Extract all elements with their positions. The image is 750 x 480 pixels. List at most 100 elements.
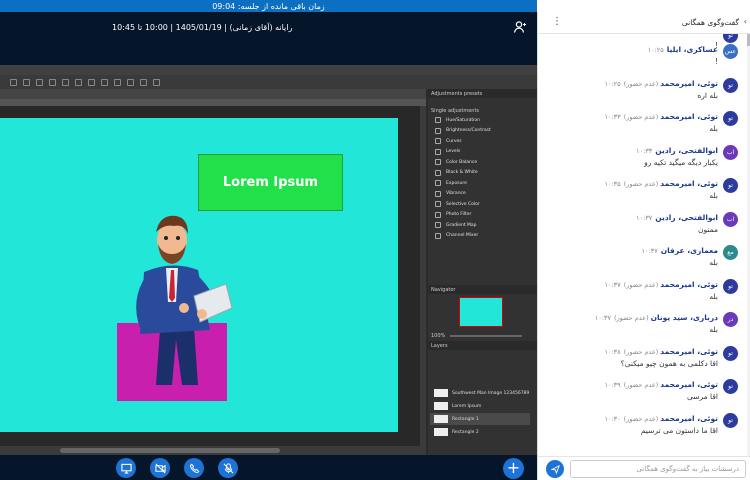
message-header: توئی، امیرمحمد(عدم حضور)۱۰:۳۳ [605, 112, 719, 121]
sender-name: ابوالفتحی، رادین [655, 145, 718, 155]
layer-thumbnail [434, 402, 448, 410]
adjustment-item[interactable]: Selective Color [428, 199, 537, 210]
tool-option-icon[interactable] [127, 78, 134, 86]
avatar[interactable]: تو [723, 178, 738, 193]
message-header [713, 34, 718, 38]
phone-button[interactable] [184, 458, 204, 478]
microphone-button[interactable] [218, 458, 238, 478]
adjustment-icon [435, 169, 441, 176]
adjustment-item[interactable]: Channel Mixer [428, 231, 537, 242]
message-time: ۱۰:۳۷ [604, 280, 621, 289]
layer-name: Lorem Ipsum [452, 403, 482, 409]
ps-canvas-area[interactable]: Lorem Ipsum [0, 106, 420, 446]
canvas-horizontal-scrollbar[interactable] [0, 446, 426, 455]
avatar[interactable]: مع [723, 245, 738, 260]
avatar[interactable]: عس [723, 44, 738, 59]
navigator-panel-tab[interactable]: Navigator [428, 285, 537, 294]
sender-name: معماری، عرفان [660, 246, 718, 255]
zoom-slider[interactable] [450, 335, 522, 337]
adjustment-icon [435, 148, 441, 155]
user-icon[interactable] [513, 20, 527, 34]
message-time: ۱۰:۳۵ [604, 180, 621, 188]
adjustment-item[interactable]: Photo Filter [428, 210, 537, 221]
camera-button[interactable] [150, 458, 170, 478]
message-text: اقا ما داستون می ترسیم [640, 425, 718, 435]
sender-status: (عدم حضور) [623, 414, 659, 423]
chat-message-input[interactable]: درسشات بیاز به گفت‌وگوی همگانی [570, 460, 746, 478]
navigator-thumbnail[interactable] [459, 297, 503, 327]
layer-row[interactable]: Southwest Man Image 123456789 [430, 387, 530, 399]
public-chat-panel: ‹ گفت‌وگوی همگانی ⋮ تو! عس عساکری، ایلیا۱۰… [537, 12, 750, 480]
tool-option-icon[interactable] [23, 78, 30, 86]
chat-message: تو توئی، امیرمحمد(عدم حضور)۱۰:۲۵ بله اره [538, 77, 738, 112]
session-info: رایانه (آقای زمانی) | 1405/01/19 | 10:00… [112, 23, 293, 32]
avatar[interactable]: تو [723, 345, 738, 361]
layer-name: Southwest Man Image 123456789 [452, 390, 530, 396]
tool-option-icon[interactable] [10, 78, 17, 86]
add-button[interactable]: + [503, 458, 524, 479]
adjustment-item[interactable]: Levels [428, 147, 537, 158]
message-header: معماری، عرفان۱۰:۳۷ [640, 246, 718, 255]
layers-panel-tab[interactable]: Layers [428, 341, 537, 350]
chat-message: تو توئی، امیرمحمد(عدم حضور)۱۰:۳۹ اقا مرسی [538, 379, 738, 413]
tool-option-icon[interactable] [114, 78, 121, 86]
meeting-controls: + [0, 455, 537, 480]
adjustment-item[interactable]: Hue/Saturation [428, 115, 537, 126]
avatar[interactable]: تو [723, 278, 738, 294]
tool-option-icon[interactable] [140, 78, 147, 86]
single-adjustments-header[interactable]: Single adjustments [428, 106, 537, 115]
tool-option-icon[interactable] [36, 78, 43, 86]
message-text: ممنون [698, 224, 718, 234]
tool-option-icon[interactable] [75, 78, 82, 86]
adjustment-item[interactable]: Brightness/Contrast [428, 126, 537, 137]
more-options-icon[interactable]: ⋮ [552, 16, 562, 27]
tool-option-icon[interactable] [101, 78, 108, 86]
avatar[interactable]: اب [723, 144, 738, 160]
layer-row[interactable]: Rectangle 2 [430, 426, 530, 438]
tool-option-icon[interactable] [49, 78, 56, 86]
adjustment-item[interactable]: Color Balance [428, 157, 537, 168]
tool-option-icon[interactable] [62, 78, 69, 86]
chat-message: تو توئی، امیرمحمد(عدم حضور)۱۰:۳۷ بله [538, 278, 738, 313]
tool-option-icon[interactable] [153, 78, 160, 86]
adjustment-item[interactable]: Vibrance [428, 189, 537, 200]
scroll-thumb[interactable] [60, 448, 280, 453]
app-root: { "timer": {"text": "زمان باقی مانده از … [0, 0, 750, 480]
avatar[interactable]: تو [723, 111, 738, 126]
avatar[interactable]: تو [723, 77, 738, 93]
zoom-level[interactable]: 100% [431, 333, 445, 339]
avatar[interactable]: تو [723, 34, 738, 43]
send-button[interactable] [546, 460, 564, 478]
adjustment-item[interactable]: Gradient Map [428, 220, 537, 231]
chat-message: اب ابوالفتحی، رادین۱۰:۳۷ ممنون [538, 211, 738, 246]
sender-status: (عدم حضور) [623, 381, 659, 389]
message-text: بله اره [697, 90, 718, 100]
avatar[interactable]: اب [723, 211, 738, 227]
ps-document-tab[interactable] [0, 89, 426, 99]
message-header: توئی، امیرمحمد(عدم حضور)۱۰:۳۹ [605, 380, 719, 389]
adjustment-item[interactable]: Curves [428, 136, 537, 147]
adjustment-icon [435, 211, 441, 218]
layer-row[interactable]: Rectangle 1 [430, 413, 530, 425]
avatar[interactable]: در [723, 312, 738, 327]
message-text: بله [709, 191, 718, 200]
adjustment-item[interactable]: Exposure [428, 178, 537, 189]
layer-thumbnail [434, 428, 448, 436]
message-header: ابوالفتحی، رادین۱۰:۳۷ [634, 213, 718, 222]
session-header: رایانه (آقای زمانی) | 1405/01/19 | 10:00… [0, 12, 537, 42]
tool-option-icon[interactable] [88, 78, 95, 86]
layer-row[interactable]: Lorem Ipsum [430, 400, 530, 412]
canvas-vertical-scrollbar[interactable] [420, 106, 426, 446]
adjustments-panel-tab[interactable]: Adjustments presets [428, 89, 537, 98]
avatar[interactable]: تو [723, 379, 738, 394]
avatar[interactable]: تو [723, 412, 738, 428]
chevron-right-icon[interactable]: ‹ [744, 17, 747, 26]
chat-message: تو توئی، امیرمحمد(عدم حضور)۱۰:۳۰ اقا ما دا… [538, 412, 738, 447]
layer-thumbnail [434, 389, 448, 397]
message-header: توئی، امیرمحمد(عدم حضور)۱۰:۳۸ [605, 347, 719, 356]
adjustment-item[interactable]: Black & White [428, 168, 537, 179]
chat-footer: درسشات بیاز به گفت‌وگوی همگانی [538, 456, 750, 480]
message-header: ابوالفتحی، رادین۱۰:۳۳ [634, 146, 718, 155]
message-text: اقا دکلمی به همون چیو میکنی؟ [620, 358, 718, 368]
screen-share-button[interactable] [116, 458, 136, 478]
